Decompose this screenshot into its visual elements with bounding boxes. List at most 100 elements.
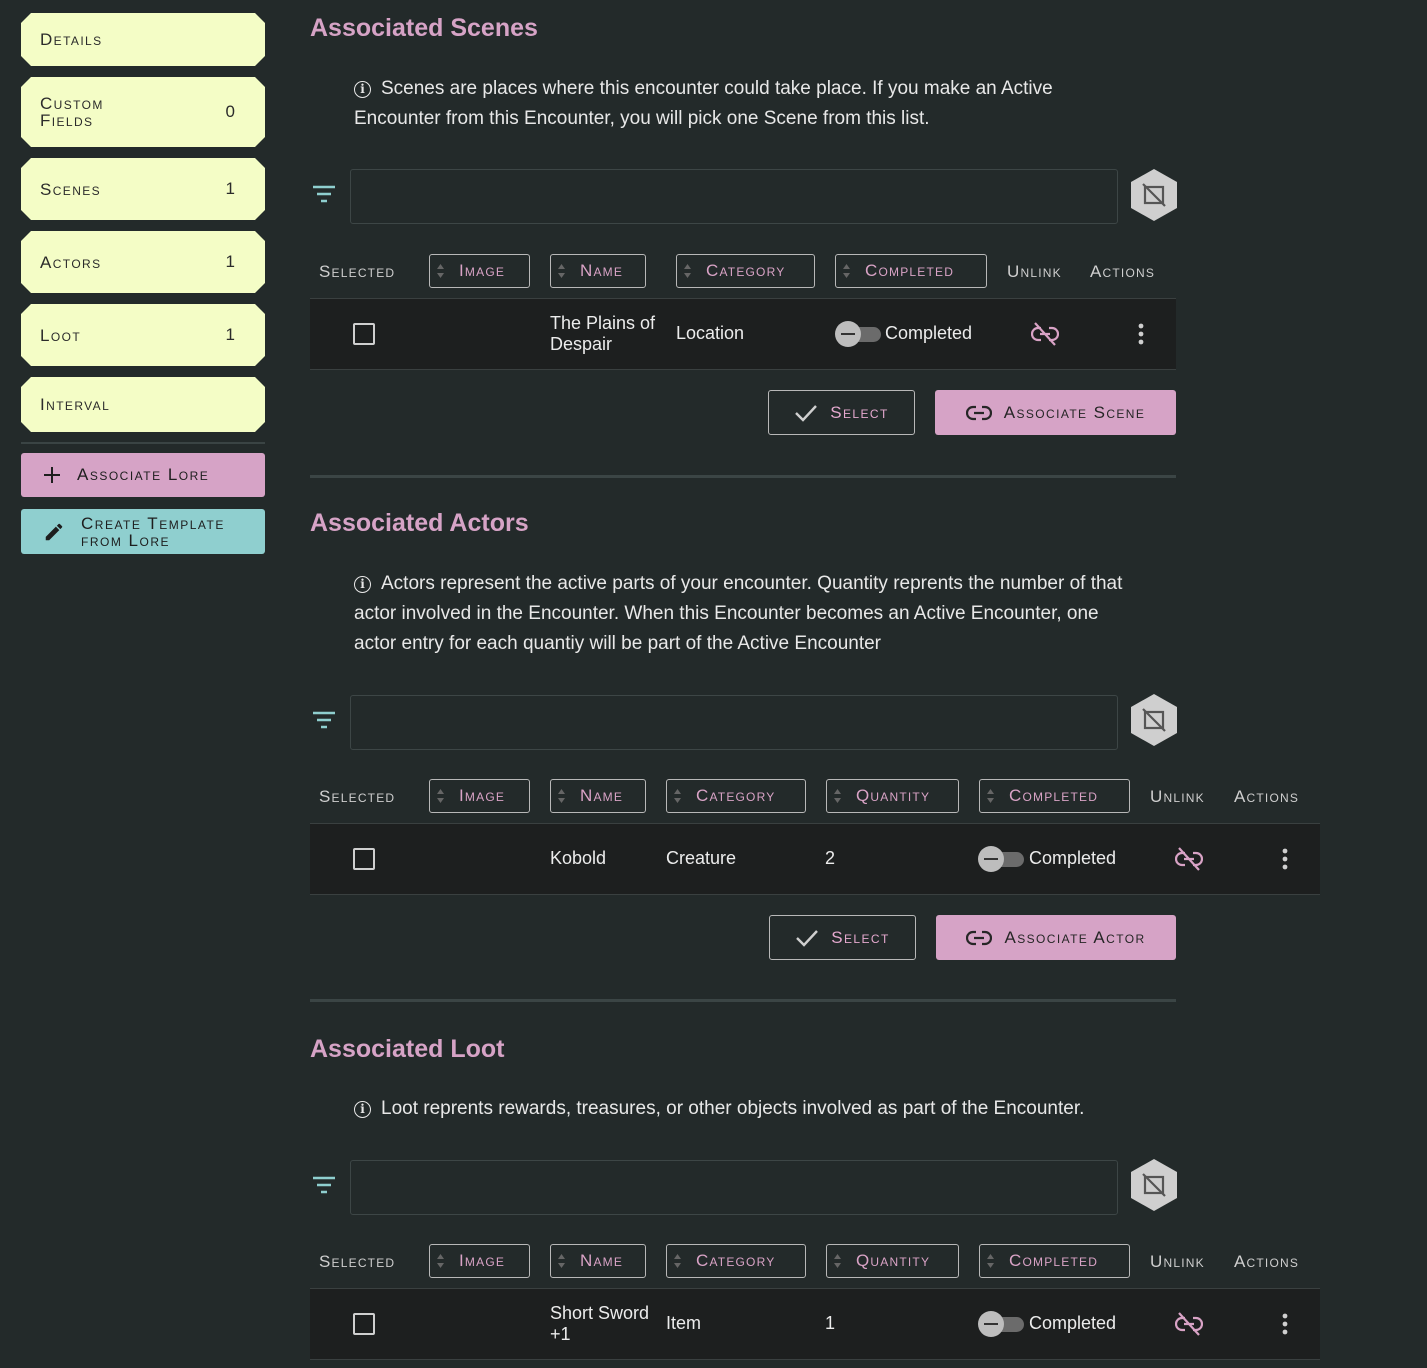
associate-scene-button[interactable]: Associate Scene [935,390,1176,435]
scenes-info-text: Scenes are places where this encounter c… [354,78,1053,129]
sidebar-item-count: 1 [225,325,235,344]
sort-image-button[interactable]: Image [429,254,530,288]
associate-lore-button[interactable]: Associate Lore [21,453,265,497]
filter-icon[interactable] [313,185,335,203]
sidebar-item-label: Interval [40,395,111,414]
loot-info-text: Loot reprents rewards, treasures, or oth… [381,1098,1085,1119]
row-category: Creature [666,848,737,868]
sort-completed-label: Completed [1009,1251,1099,1270]
scenes-no-image-icon[interactable] [1131,169,1177,221]
select-label: Select [831,927,890,947]
sort-category-button[interactable]: Category [666,1244,806,1278]
filter-icon[interactable] [313,1176,335,1194]
sort-name-button[interactable]: Name [550,779,646,813]
link-icon [966,930,993,945]
sort-icon [437,264,444,278]
sort-category-button[interactable]: Category [666,779,806,813]
actors-filter-input[interactable] [350,695,1118,750]
link-icon [965,405,992,420]
sort-name-label: Name [580,786,624,805]
create-template-button[interactable]: Create Template from Lore [21,509,265,554]
sidebar-item-interval[interactable]: Interval [21,377,265,432]
loot-filter-input[interactable] [350,1160,1118,1215]
sort-icon [674,789,681,803]
sidebar-item-details[interactable]: Details [21,13,265,66]
sort-icon [834,789,841,803]
associate-scene-label: Associate Scene [1003,402,1146,422]
more-actions-icon[interactable] [1282,1313,1288,1335]
sort-category-button[interactable]: Category [676,254,815,288]
more-actions-icon[interactable] [1282,848,1288,870]
row-name: Kobold [550,848,607,868]
sort-completed-button[interactable]: Completed [835,254,987,288]
sort-quantity-label: Quantity [856,1251,931,1270]
sort-icon [437,1254,444,1268]
sort-name-button[interactable]: Name [550,254,646,288]
col-actions: Actions [1234,1252,1300,1271]
check-icon [796,929,819,947]
col-actions: Actions [1234,787,1300,806]
table-row: Short Sword +1 Item 1 Completed [310,1288,1320,1360]
actors-select-button[interactable]: Select [769,915,916,960]
row-category: Location [676,323,745,343]
scenes-filter-input[interactable] [350,169,1118,224]
sort-name-button[interactable]: Name [550,1244,646,1278]
sort-quantity-button[interactable]: Quantity [826,1244,959,1278]
plus-icon [44,467,60,483]
row-completed-label: Completed [1029,1313,1117,1333]
sort-icon [558,264,565,278]
sidebar-item-custom-fields[interactable]: Custom Fields 0 [21,77,265,147]
col-selected: Selected [319,787,396,806]
more-actions-icon[interactable] [1138,323,1144,345]
scenes-select-button[interactable]: Select [768,390,915,435]
completed-toggle[interactable] [835,321,881,347]
associate-lore-label: Associate Lore [77,465,210,484]
sort-completed-button[interactable]: Completed [979,779,1130,813]
unlink-icon[interactable] [1175,1311,1203,1337]
loot-info: i Loot reprents rewards, treasures, or ot… [354,1094,1154,1124]
sidebar-item-count: 1 [225,252,235,271]
sort-completed-label: Completed [1009,786,1099,805]
loot-no-image-icon[interactable] [1131,1159,1177,1211]
sidebar-item-actors[interactable]: Actors 1 [21,231,265,293]
sidebar-item-label: Actors [40,252,102,272]
info-icon: i [354,1101,371,1118]
col-unlink: Unlink [1150,1252,1205,1271]
create-template-label: Create Template from Lore [81,513,225,550]
col-unlink: Unlink [1150,787,1205,806]
completed-toggle[interactable] [978,846,1024,872]
sidebar-item-scenes[interactable]: Scenes 1 [21,158,265,220]
table-row: The Plains of Despair Location Completed [310,298,1176,370]
sort-quantity-label: Quantity [856,786,931,805]
col-selected: Selected [319,262,396,281]
actors-no-image-icon[interactable] [1131,694,1177,746]
row-completed-label: Completed [1029,848,1117,868]
sort-name-label: Name [580,1251,624,1270]
row-quantity: 1 [825,1313,836,1333]
sort-icon [437,789,444,803]
sort-image-button[interactable]: Image [429,1244,530,1278]
sort-category-label: Category [696,786,776,805]
unlink-icon[interactable] [1031,321,1059,347]
sort-image-label: Image [459,261,506,280]
row-name: Short Sword +1 [550,1303,650,1344]
info-icon: i [354,81,371,98]
sort-icon [684,264,691,278]
completed-toggle[interactable] [978,1311,1024,1337]
row-checkbox[interactable] [353,323,375,345]
sort-icon [558,789,565,803]
sort-completed-button[interactable]: Completed [979,1244,1130,1278]
sort-quantity-button[interactable]: Quantity [826,779,959,813]
sidebar-item-loot[interactable]: Loot 1 [21,304,265,366]
sort-icon [843,264,850,278]
sort-icon [834,1254,841,1268]
row-checkbox[interactable] [353,1313,375,1335]
select-label: Select [830,402,889,422]
filter-icon[interactable] [313,711,335,729]
unlink-icon[interactable] [1175,846,1203,872]
row-checkbox[interactable] [353,848,375,870]
sidebar-item-label: Custom Fields [40,94,104,130]
section-divider [310,999,1176,1002]
sort-image-button[interactable]: Image [429,779,530,813]
associate-actor-button[interactable]: Associate Actor [936,915,1176,960]
